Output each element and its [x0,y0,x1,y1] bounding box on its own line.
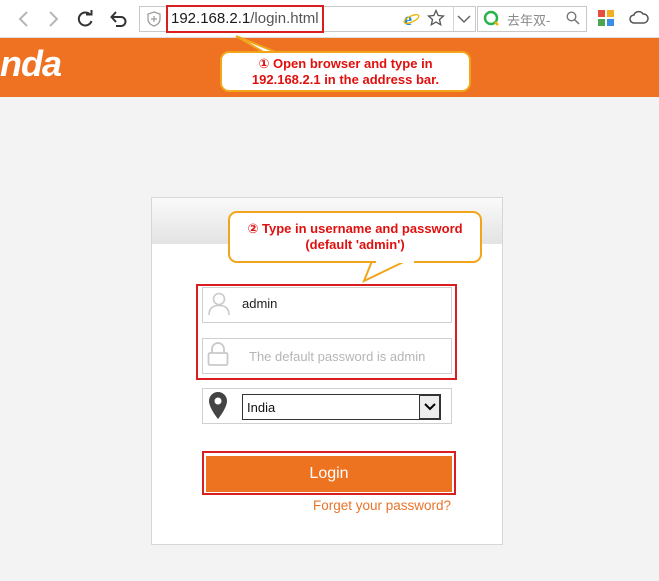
callout-step-1-line-1: ① Open browser and type in [258,56,433,71]
search-icon[interactable] [566,11,580,25]
forget-password-link[interactable]: Forget your password? [313,498,451,513]
chevron-down-icon[interactable] [457,12,471,24]
url-highlight[interactable]: 192.168.2.1/login.html [166,5,324,33]
callout-joint-2 [376,260,414,263]
username-value: admin [242,296,278,311]
password-placeholder: The default password is admin [249,349,426,364]
forward-icon[interactable] [42,8,64,30]
url-host: 192.168.2.1 [171,10,251,27]
search-engine-icon [483,10,500,27]
search-text: 去年双- [507,13,551,28]
shield-icon [147,11,161,27]
callout-step-1: ① Open browser and type in 192.168.2.1 i… [220,51,471,92]
url-path: /login.html [250,10,319,27]
refresh-icon[interactable] [74,8,96,30]
back-icon[interactable] [13,8,35,30]
callout-step-1-line-2: 192.168.2.1 in the address bar. [251,72,440,87]
ie-icon[interactable]: e [403,9,420,29]
undo-icon[interactable] [107,8,129,30]
language-select[interactable]: India [242,394,441,420]
address-divider [453,7,454,31]
lock-icon [207,341,229,367]
username-field[interactable] [202,287,452,323]
cloud-icon[interactable] [629,10,649,26]
dropdown-arrow-icon[interactable] [419,395,440,419]
brand-logo: nda [0,43,62,84]
callout-step-2-line-2: (default 'admin') [305,237,405,252]
map-pin-icon [208,391,228,420]
apps-icon[interactable] [598,10,614,26]
star-icon[interactable] [426,8,446,27]
svg-text:e: e [404,10,412,27]
login-button[interactable]: Login [206,456,452,492]
callout-step-2: ② Type in username and password (default… [228,211,482,263]
user-icon [208,292,230,316]
callout-joint-1 [269,56,309,58]
callout-step-2-line-1: ② Type in username and password [247,221,463,236]
